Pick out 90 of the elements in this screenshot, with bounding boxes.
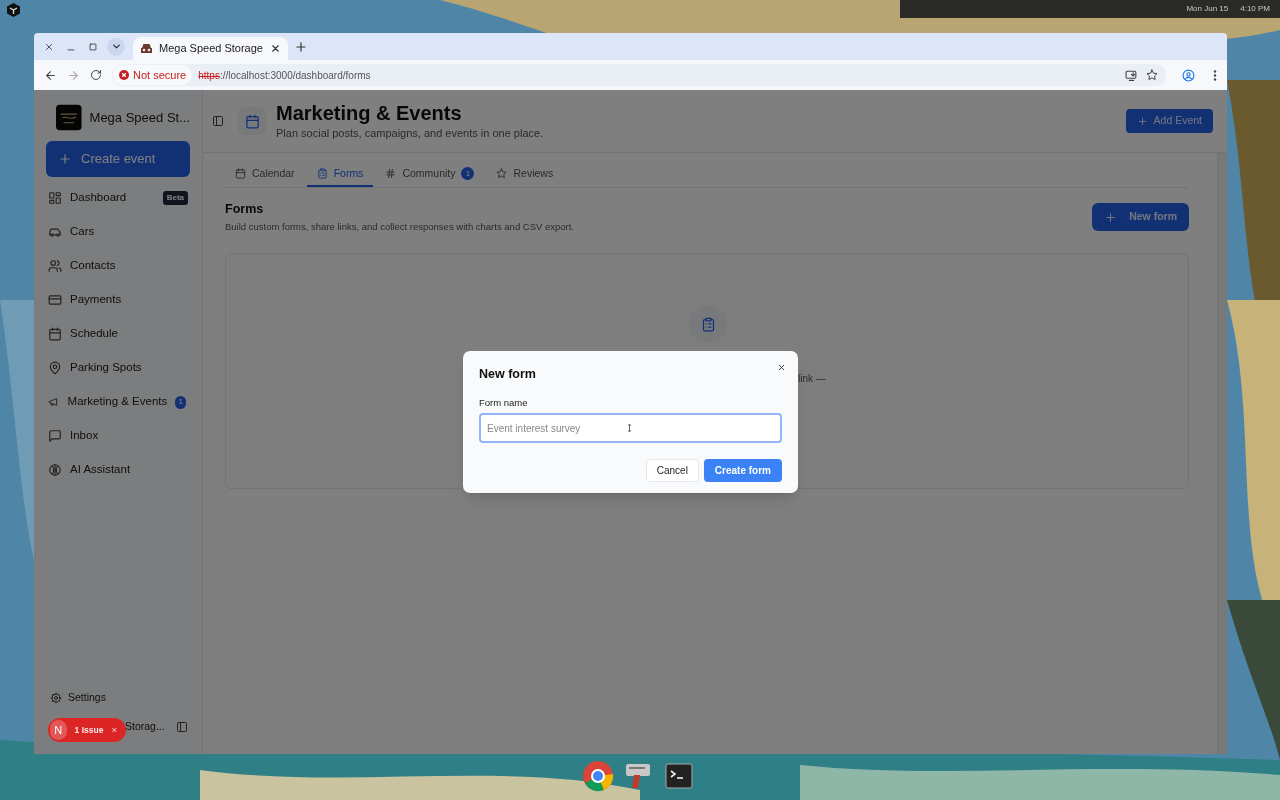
nav-label: Marketing & Events (67, 394, 168, 410)
users-icon (48, 259, 62, 273)
cancel-button[interactable]: Cancel (645, 459, 699, 482)
create-form-button[interactable]: Create form (703, 459, 782, 482)
section-description: Build custom forms, share links, and collect responses with charts and CSV export. (225, 219, 575, 234)
page-subtitle: Plan social posts, campaigns, and events in one place. (276, 125, 545, 141)
star-icon (496, 168, 508, 179)
plus-icon (58, 152, 72, 166)
browser-tab[interactable]: Mega Speed Storage (133, 37, 288, 60)
brand-name: Mega Speed St... (89, 108, 190, 127)
map-pin-icon (48, 361, 62, 375)
nav-label: Parking Spots (70, 360, 143, 376)
nav-label: Payments (70, 292, 123, 308)
nav-label: Inbox (70, 428, 100, 444)
sidebar-toggle-icon[interactable] (176, 721, 188, 733)
field-label: Form name (479, 395, 529, 410)
clock-text: 4:10 PM (1240, 3, 1270, 15)
date-text: Mon Jun 15 (1186, 3, 1229, 15)
security-chip[interactable]: Not secure (113, 65, 193, 85)
avatar: N (50, 720, 67, 740)
page-title: Marketing & Events (276, 100, 463, 125)
credit-card-icon (48, 293, 62, 307)
calendar-icon (244, 113, 260, 129)
new-form-button[interactable]: New form (1092, 203, 1189, 231)
count-badge: 1 (175, 395, 186, 409)
new-tab-icon[interactable] (294, 39, 308, 54)
text-cursor-icon (625, 422, 634, 434)
input-field[interactable]: Event interest survey (479, 413, 782, 443)
nav-label: Dashboard (70, 190, 128, 206)
warning-icon (119, 70, 129, 80)
settings-link[interactable]: Settings (46, 686, 190, 710)
nav-item[interactable]: Cars (46, 215, 190, 249)
nav-item[interactable]: Marketing & Events 1 (46, 385, 190, 419)
bookmark-star-icon[interactable] (1146, 69, 1158, 81)
reload-icon[interactable] (90, 69, 102, 81)
create-event-button[interactable]: Create event (46, 141, 190, 177)
tab-menu-button[interactable] (107, 37, 125, 56)
nav-item[interactable]: AI Assistant (46, 453, 190, 487)
browser-icon[interactable] (582, 760, 614, 792)
nav-item[interactable]: Contacts (46, 249, 190, 283)
address-bar[interactable]: Not secure https://localhost:3000/dashboard/forms (112, 64, 1166, 86)
tab[interactable]: Forms (306, 162, 374, 187)
nav-item[interactable]: Inbox (46, 419, 190, 453)
tab-title: Mega Speed Storage (159, 41, 264, 57)
issue-badge[interactable]: N 1 Issue (48, 718, 126, 742)
clipboard-icon (316, 168, 328, 179)
terminal-icon[interactable] (664, 761, 694, 791)
nav-label: Schedule (70, 326, 119, 342)
add-event-button[interactable]: Add Event (1125, 109, 1213, 133)
calendar-icon (48, 327, 62, 341)
dialog-title: New form (479, 366, 536, 383)
nav-item[interactable]: Schedule (46, 317, 190, 351)
megaphone-icon (48, 395, 60, 409)
hash-icon (385, 168, 397, 179)
grid-icon (48, 191, 62, 205)
menu-icon[interactable] (1213, 69, 1217, 81)
tab[interactable]: Community 1 (375, 162, 485, 187)
system-logo-icon[interactable] (7, 3, 20, 17)
back-icon[interactable] (44, 68, 57, 82)
close-icon[interactable] (777, 363, 786, 372)
nav-item[interactable]: Dashboard Beta (46, 181, 190, 215)
calendar-icon (235, 168, 246, 179)
plus-icon (1136, 115, 1148, 127)
beta-badge: Beta (162, 191, 188, 205)
issue-label: 1 Issue (74, 723, 104, 737)
empty-state-text: link — (798, 372, 826, 386)
nav-item[interactable]: Parking Spots (46, 351, 190, 385)
user-name: Storag... (125, 719, 166, 735)
chevron-icon (110, 41, 122, 52)
chat-icon (48, 429, 62, 443)
clipboard-icon (700, 316, 716, 332)
plus-icon (1104, 210, 1118, 224)
nav-label: Contacts (70, 258, 117, 274)
section-title: Forms (225, 201, 265, 218)
url-text: https://localhost:3000/dashboard/forms (198, 68, 371, 83)
nav-label: AI Assistant (70, 462, 132, 478)
nav-label: Cars (70, 224, 96, 240)
tab[interactable]: Reviews (486, 162, 564, 187)
car-icon (140, 42, 153, 55)
tab[interactable]: Calendar (225, 162, 305, 187)
install-icon[interactable] (1125, 68, 1138, 82)
nav-item[interactable]: Payments (46, 283, 190, 317)
sidebar-toggle-icon[interactable] (212, 115, 224, 127)
settings-icon (50, 692, 62, 704)
globe-icon (48, 463, 62, 477)
count-badge: 1 (461, 167, 475, 180)
logo-icon (56, 104, 82, 131)
close-icon[interactable] (270, 43, 281, 54)
profile-icon[interactable] (1182, 68, 1195, 82)
car-icon (48, 225, 62, 239)
